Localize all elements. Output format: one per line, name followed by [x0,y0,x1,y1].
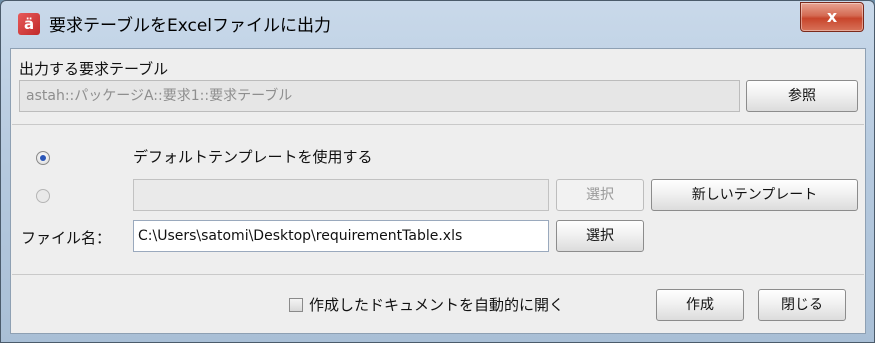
title-bar[interactable]: ä 要求テーブルをExcelファイルに出力 x [1,1,874,47]
requirement-table-label: 出力する要求テーブル [19,60,169,78]
file-name-label: ファイル名： [21,229,112,247]
auto-open-checkbox[interactable] [289,298,303,312]
app-icon: ä [18,13,40,35]
dialog-title: 要求テーブルをExcelファイルに出力 [49,16,332,36]
separator [12,274,864,275]
custom-template-path-field[interactable] [133,179,549,211]
auto-open-label: 作成したドキュメントを自動的に開く [309,296,565,314]
browse-button[interactable]: 参照 [746,80,858,112]
file-name-input[interactable]: C:\Users\satomi\Desktop\requirementTable… [133,220,549,252]
dialog-window: ä 要求テーブルをExcelファイルに出力 x 出力する要求テーブル astah… [0,0,875,343]
custom-template-radio[interactable] [36,189,50,203]
close-window-button[interactable]: x [800,2,864,32]
default-template-radio[interactable] [36,151,50,165]
create-button[interactable]: 作成 [656,289,744,321]
close-button[interactable]: 閉じる [758,289,846,321]
custom-template-select-button[interactable]: 選択 [556,179,644,211]
separator [12,124,864,125]
requirement-table-field: astah::パッケージA::要求1::要求テーブル [19,80,740,112]
dialog-content: 出力する要求テーブル astah::パッケージA::要求1::要求テーブル 参照… [10,48,866,334]
close-icon: x [826,7,838,26]
default-template-label: デフォルトテンプレートを使用する [133,148,373,166]
file-select-button[interactable]: 選択 [556,220,644,252]
new-template-button[interactable]: 新しいテンプレート [651,179,858,211]
